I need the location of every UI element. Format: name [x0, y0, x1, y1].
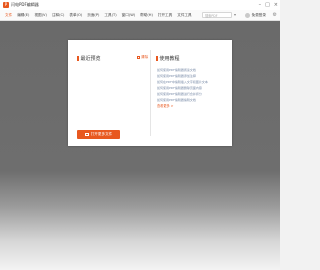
recent-title-label: 最近预览 [80, 56, 101, 62]
menu-edit[interactable]: 编辑(E) [17, 13, 29, 18]
clear-label: 清除 [141, 55, 149, 59]
menu-file-tools[interactable]: 文件工具 [177, 13, 191, 18]
search-input[interactable]: 搜索PDF [202, 12, 232, 18]
open-button-label: 打开更多文件 [90, 132, 113, 136]
menu-bar: 文件 编辑(E) 视图(V) 注释(C) 表单(O) 页面(P) 工具(T) 窗… [0, 10, 280, 21]
chevron-down-icon[interactable]: ▾ [234, 12, 236, 17]
menu-page[interactable]: 页面(P) [87, 13, 99, 18]
title-bar: P 闪电PDF编辑器 – □ × [0, 0, 280, 10]
menu-tools[interactable]: 工具(T) [104, 13, 116, 18]
trash-icon [137, 55, 140, 60]
open-file-button[interactable]: 打开更多文件 [77, 130, 120, 139]
avatar [244, 12, 250, 18]
help-list: 如何使用PDF编辑器阅读文档 如何使用PDF编辑器添加注释 如何在PDF中编辑插… [157, 67, 208, 110]
recent-section-title: 最近预览 [77, 55, 101, 62]
menu-form[interactable]: 表单(O) [69, 13, 82, 18]
login-label: 免费登录 [251, 13, 266, 17]
clear-recent-button[interactable]: 清除 [137, 55, 148, 60]
menu-file[interactable]: 文件 [5, 13, 12, 18]
start-panel: 最近预览 清除 使用教程 如何使用PDF编辑器阅读文档 如何使用PDF编辑器添加… [68, 40, 232, 146]
menu-comment[interactable]: 注释(C) [52, 13, 65, 18]
minimize-button[interactable]: – [259, 1, 262, 9]
app-title: 闪电PDF编辑器 [11, 2, 39, 7]
menu-view[interactable]: 视图(V) [34, 13, 46, 18]
help-title-label: 使用教程 [159, 56, 180, 62]
more-link[interactable]: 查看更多 > [157, 103, 208, 110]
maximize-button[interactable]: □ [265, 1, 270, 9]
gear-icon[interactable]: ⚙ [273, 11, 277, 19]
app-logo: P [3, 2, 9, 8]
help-section-title: 使用教程 [156, 55, 180, 62]
workspace: 最近预览 清除 使用教程 如何使用PDF编辑器阅读文档 如何使用PDF编辑器添加… [0, 21, 280, 270]
menu-open-tools[interactable]: 打开工具 [158, 13, 172, 18]
login-button[interactable]: 免费登录 [244, 11, 266, 19]
divider [150, 50, 151, 136]
section-marker [156, 56, 158, 61]
close-button[interactable]: × [274, 1, 278, 9]
folder-icon [84, 133, 89, 136]
menu-help[interactable]: 帮助(H) [140, 13, 153, 18]
window-controls: – □ × [259, 1, 278, 9]
section-marker [77, 56, 79, 61]
menu-window[interactable]: 窗口(W) [122, 13, 136, 18]
